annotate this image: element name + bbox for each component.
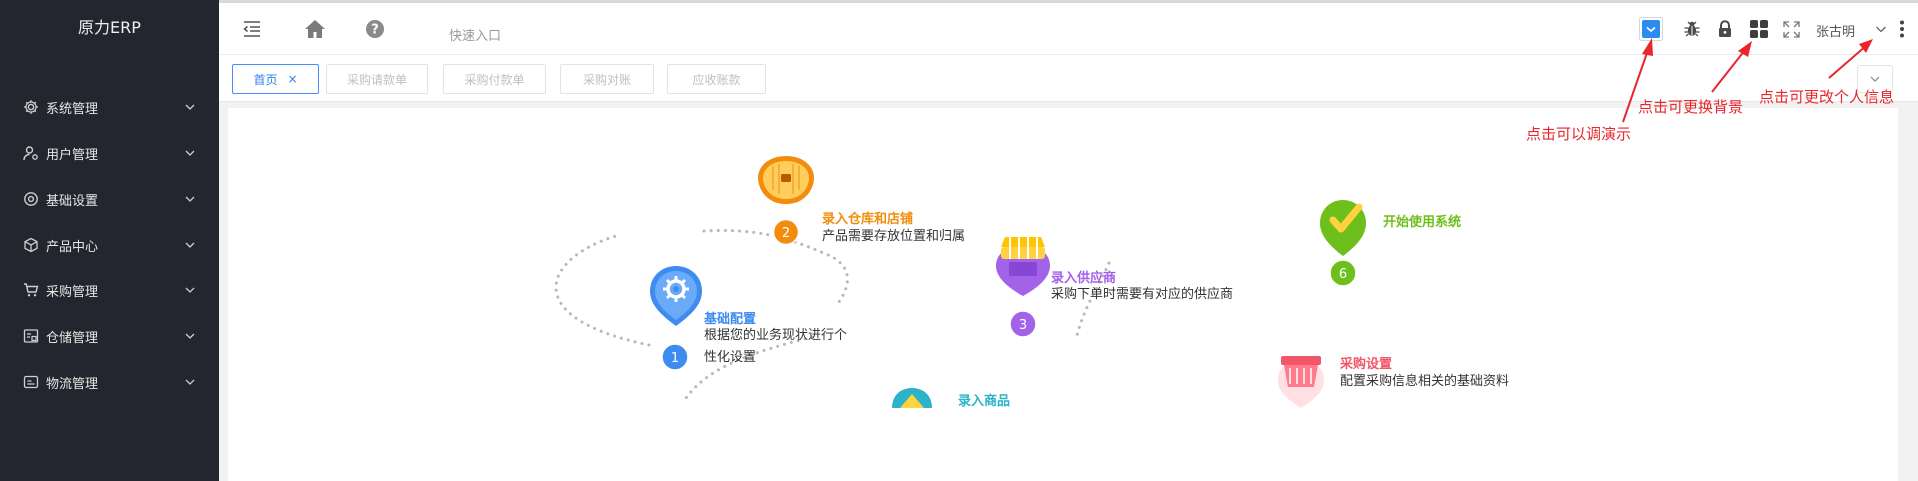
sidebar-item-purchasing[interactable]: 采购管理 [0, 270, 219, 310]
app-title: 原力ERP [78, 18, 141, 37]
annotation-profile-hint: 点击可更改个人信息 [1759, 88, 1895, 106]
tab-label: 采购对账 [582, 72, 631, 87]
tab-label: 采购付款单 [464, 72, 525, 87]
sidebar-item-label: 产品中心 [46, 239, 99, 255]
user-settings-icon [22, 144, 40, 162]
main-content: 2 1 3 6 录入仓库和店铺 产品需要存放位置和归属 基础配置 根据您的业务现… [219, 102, 1918, 481]
annotation-demo-hint: 点击可以调演示 [1526, 125, 1632, 143]
chevron-down-icon [1870, 76, 1880, 82]
lock-button[interactable] [1715, 3, 1735, 55]
menu-toggle-button[interactable] [239, 3, 265, 55]
step-1-marker: 1 [650, 266, 702, 371]
more-options-button[interactable] [1896, 3, 1908, 55]
sidebar-item-label: 仓储管理 [46, 330, 99, 346]
sidebar-item-basic-settings[interactable]: 基础设置 [0, 179, 219, 219]
home-icon [305, 20, 325, 38]
step-6-number: 6 [1339, 267, 1347, 282]
chevron-down-icon [185, 287, 195, 293]
warehouse-icon [22, 327, 40, 345]
bug-button[interactable] [1682, 3, 1702, 55]
guide-card: 2 1 3 6 录入仓库和店铺 产品需要存放位置和归属 基础配置 根据您的业务现… [228, 108, 1898, 481]
step-3-description: 采购下单时需要有对应的供应商 [1051, 287, 1234, 302]
menu-fold-icon [243, 21, 260, 37]
more-vertical-icon [1900, 20, 1904, 38]
chevron-down-icon [185, 150, 195, 156]
sidebar: 原力ERP 系统管理 用户管理 基础设置 产品中心 采购管理 仓储管理 物流管理 [0, 0, 219, 481]
help-icon: ? [366, 20, 384, 38]
cube-icon [22, 236, 40, 254]
sidebar-item-users[interactable]: 用户管理 [0, 133, 219, 173]
step-1-number: 1 [671, 351, 679, 366]
tab-label: 首页 [253, 72, 278, 87]
step-1-description-line2: 性化设置 [704, 350, 757, 365]
step-4-marker [892, 388, 932, 408]
cog-circle-icon [22, 190, 40, 208]
grid-icon [1750, 20, 1768, 38]
dropdown-square-icon [1639, 17, 1663, 41]
tab-label: 应收账款 [692, 72, 741, 87]
sidebar-item-label: 系统管理 [46, 101, 99, 117]
step-2-title: 录入仓库和店铺 [822, 212, 914, 227]
tab-receivables[interactable]: 应收账款 [667, 64, 766, 94]
change-background-button[interactable] [1748, 3, 1770, 55]
sidebar-item-products[interactable]: 产品中心 [0, 225, 219, 265]
close-icon[interactable]: × [287, 72, 297, 86]
sidebar-item-label: 用户管理 [46, 147, 99, 163]
sidebar-item-system[interactable]: 系统管理 [0, 87, 219, 127]
fullscreen-button[interactable] [1781, 3, 1801, 55]
bug-icon [1684, 21, 1700, 37]
step-3-marker: 3 [996, 237, 1050, 338]
sidebar-item-label: 基础设置 [46, 193, 99, 209]
step-5-title: 采购设置 [1340, 357, 1393, 372]
chevron-down-icon [185, 242, 195, 248]
logistics-icon [22, 373, 40, 391]
top-header: ? 快速入口 张古明 [219, 0, 1918, 55]
step-2-number: 2 [782, 226, 790, 241]
svg-text:?: ? [371, 23, 379, 38]
annotation-background-hint: 点击可更换背景 [1638, 98, 1744, 116]
demo-toggle-button[interactable] [1637, 3, 1665, 55]
sidebar-item-warehouse[interactable]: 仓储管理 [0, 316, 219, 356]
step-6-marker: 6 [1320, 200, 1366, 287]
step-5-marker [1278, 356, 1324, 408]
sidebar-item-label: 采购管理 [46, 284, 99, 300]
tab-purchase-payment[interactable]: 采购付款单 [443, 64, 546, 94]
sidebar-item-logistics[interactable]: 物流管理 [0, 362, 219, 402]
tab-label: 采购请款单 [346, 72, 407, 87]
tab-purchase-request[interactable]: 采购请款单 [326, 64, 428, 94]
chevron-down-icon [185, 104, 195, 110]
sidebar-item-label: 物流管理 [46, 376, 99, 392]
step-1-description-line1: 根据您的业务现状进行个 [704, 328, 848, 343]
chevron-down-icon [185, 196, 195, 202]
user-menu-dropdown[interactable] [1873, 3, 1889, 55]
chevron-down-icon [1876, 26, 1886, 33]
help-button[interactable]: ? [363, 3, 387, 55]
step-6-title: 开始使用系统 [1383, 215, 1462, 230]
lock-icon [1719, 20, 1731, 37]
tab-home[interactable]: 首页 × [232, 64, 319, 94]
step-4-title: 录入商品 [958, 394, 1011, 409]
step-3-number: 3 [1019, 318, 1027, 333]
home-button[interactable] [302, 3, 328, 55]
chevron-down-icon [185, 379, 195, 385]
user-name-menu[interactable]: 张古明 [1816, 21, 1855, 40]
chevron-down-icon [185, 333, 195, 339]
cart-icon [22, 281, 40, 299]
gear-icon [22, 98, 40, 116]
quick-entry-link[interactable]: 快速入口 [449, 25, 501, 44]
step-2-marker: 2 [758, 156, 814, 246]
step-5-description: 配置采购信息相关的基础资料 [1340, 374, 1510, 389]
step-2-description: 产品需要存放位置和归属 [822, 229, 966, 244]
tab-purchase-reconciliation[interactable]: 采购对账 [560, 64, 654, 94]
fullscreen-icon [1782, 20, 1800, 38]
